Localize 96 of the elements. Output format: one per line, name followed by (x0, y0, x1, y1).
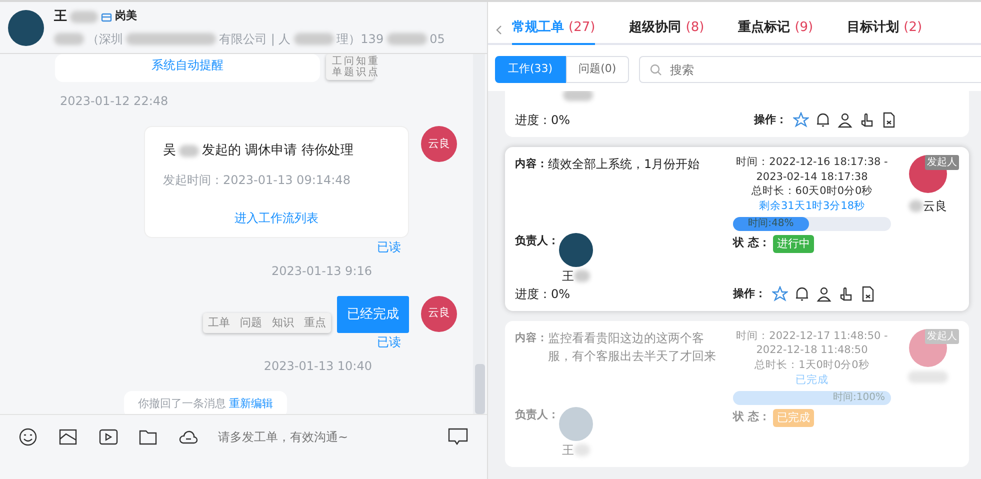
redaction-blur (179, 144, 199, 157)
document-icon[interactable] (860, 286, 876, 302)
tab[interactable]: 超级协同 (8) (629, 18, 704, 45)
contact-role: 岗美 (115, 8, 137, 24)
edit-link[interactable]: 重新编辑 (229, 396, 273, 412)
initiator-name: 云良 (923, 198, 947, 215)
segment-tab[interactable]: 问题(0) (566, 56, 630, 83)
content-text: 监控看看贵阳这边的这两个客服，有个客服出去半天了才回来 (548, 330, 717, 365)
briefcase-icon (101, 12, 112, 22)
menu-item[interactable]: 工单 (203, 312, 235, 333)
progress-text: 进度：0% (515, 286, 572, 303)
redaction-blur (908, 370, 948, 383)
notice-text: 你撤回了一条消息 (138, 396, 226, 412)
avatar (559, 232, 593, 267)
total-duration: 总时长：1天0时0分0秒 (754, 359, 870, 372)
assignee-name: 王 (562, 442, 574, 458)
contact-detail: （深圳 (87, 31, 123, 48)
redaction-blur (563, 91, 593, 101)
order-card[interactable]: 内容：监控看看贵阳这边的这两个客服，有个客服出去半天了才回来 时间：2022-12-17 11:48:50 - 2022-12-18 11:48:50 总时长：1天0时0分0秒 已完成 时间:100% 发起人 负责人： 王 状 态： 已完成 (505, 320, 969, 466)
avatar: 云良 (421, 296, 457, 332)
sender-name: 吴 (163, 142, 176, 160)
initiator-tag: 发起人 (925, 155, 959, 170)
actions-label: 操作： (733, 286, 766, 302)
redaction-blur (574, 270, 590, 282)
person-icon[interactable] (837, 112, 853, 128)
menu-item[interactable]: 重点 (299, 312, 331, 333)
actions-label: 操作： (754, 112, 787, 128)
tab[interactable]: 目标计划 (2) (847, 18, 922, 45)
segment-tab[interactable]: 工作(33) (495, 56, 566, 83)
hand-icon[interactable] (838, 286, 854, 302)
time-progress-fill: 时间:48% (733, 216, 809, 231)
total-duration: 总时长：60天0时0分0秒 (751, 185, 873, 198)
timestamp: 2023-01-12 22:48 (60, 94, 168, 108)
video-icon[interactable] (98, 427, 118, 447)
chat-icon[interactable] (447, 427, 469, 447)
contact-name: 王 (54, 8, 67, 26)
document-icon[interactable] (881, 112, 897, 128)
contact-detail: 05 (430, 31, 445, 48)
image-icon[interactable] (58, 427, 78, 447)
message-link[interactable]: 进入工作流列表 (234, 210, 318, 224)
message-link[interactable]: 系统自动提醒 (152, 58, 224, 72)
read-receipt: 已读 (377, 238, 401, 256)
search-field[interactable]: 搜索 (639, 56, 981, 83)
time-range: 2023-02-14 18:17:38 (756, 170, 868, 183)
person-icon[interactable] (816, 286, 832, 302)
menu-item[interactable]: 问题 (235, 312, 267, 333)
avatar (559, 406, 593, 440)
message-input[interactable]: 请多发工单，有效沟通~ (216, 427, 437, 447)
status-badge: 进行中 (772, 234, 814, 254)
bell-icon[interactable] (815, 112, 831, 128)
tab[interactable]: 常规工单 (27) (512, 18, 596, 45)
redaction-blur (54, 33, 84, 46)
menu-item[interactable]: 知识 (267, 312, 299, 333)
redaction-blur (386, 33, 427, 46)
avatar: 云良 (421, 126, 457, 162)
timestamp: 2023-01-13 10:40 (264, 359, 372, 373)
content-label: 内容： (515, 156, 548, 172)
remaining-time: 已完成 (796, 374, 828, 386)
star-icon[interactable] (793, 112, 809, 128)
status-label: 状 态： (733, 234, 770, 251)
hand-icon[interactable] (859, 112, 875, 128)
time-progress-fill: 时间:100% (733, 390, 891, 404)
scrollbar-thumb[interactable] (475, 364, 485, 414)
bell-icon[interactable] (794, 286, 810, 302)
back-icon[interactable] (494, 24, 504, 36)
initiator-tag: 发起人 (925, 328, 959, 344)
sent-time: 发起时间：2023-01-13 09:14:48 (163, 172, 350, 186)
assignee-name: 王 (562, 268, 574, 285)
time-range: 时间：2022-12-16 18:17:38 - (736, 156, 888, 168)
assignee-label: 负责人： (515, 406, 559, 422)
read-receipt: 已读 (377, 334, 401, 351)
time-range: 2022-12-18 11:48:50 (756, 344, 868, 356)
avatar (8, 10, 44, 46)
redaction-blur (909, 200, 923, 212)
tab[interactable]: 重点标记 (9) (738, 18, 814, 45)
status-label: 状 态： (733, 408, 770, 424)
order-card[interactable]: 内容：绩效全部上系统，1月份开始 时间：2022-12-16 18:17:38 - 2023-02-14 18:17:38 总时长：60天0时0分0秒 剩余31天1时3分18秒 时间:48% 发起人 云良 负责人： 王 状 态： 进行中 进度：0% 操作： (505, 147, 969, 311)
avatar (909, 328, 947, 367)
redaction-blur (70, 10, 98, 22)
message-bubble: 已经完成 (337, 296, 409, 333)
remaining-time: 剩余31天1时3分18秒 (758, 200, 866, 212)
search-icon (650, 64, 662, 76)
assignee-label: 负责人： (515, 232, 559, 249)
contact-detail: 理）139 (336, 31, 384, 48)
content-text: 绩效全部上系统，1月份开始 (548, 156, 700, 173)
message-title: 发起的 调休申请 待你处理 (202, 142, 354, 160)
status-badge: 已完成 (772, 408, 814, 427)
redaction-blur (574, 444, 590, 456)
redaction-blur (294, 33, 334, 46)
emoji-icon[interactable] (18, 427, 38, 447)
content-label: 内容： (515, 330, 548, 346)
progress-text: 进度：0% (515, 112, 570, 129)
star-icon[interactable] (772, 286, 788, 302)
contact-detail: 有限公司 | 人 (219, 31, 291, 48)
time-range: 时间：2022-12-17 11:48:50 - (736, 330, 888, 342)
timestamp: 2023-01-13 9:16 (272, 264, 372, 278)
